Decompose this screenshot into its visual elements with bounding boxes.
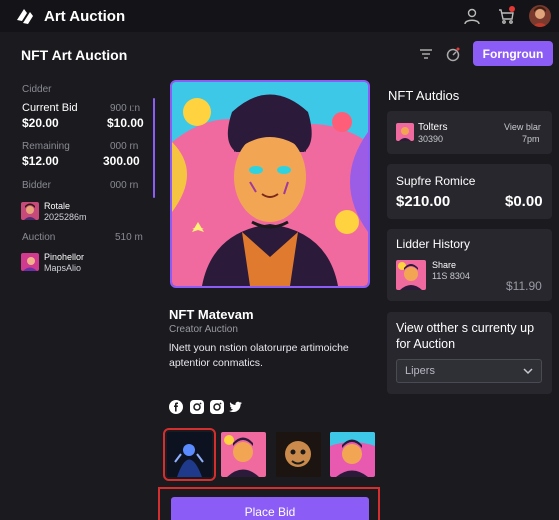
card-title: Tolters: [418, 122, 448, 133]
bid-info-panel: Cidder Current Bid 900 ι:n $20.00 $10.00…: [12, 74, 155, 274]
view-link[interactable]: View blar: [504, 122, 541, 132]
place-bid-highlight: Place Bid: [158, 487, 380, 520]
remaining-label: Remaining: [22, 141, 70, 152]
thumbnail-2[interactable]: [221, 432, 266, 477]
price-value: $210.00: [396, 193, 451, 210]
auction-item-name: Pinohellor: [44, 252, 85, 262]
card-thumbnail: [396, 123, 414, 141]
auction-select[interactable]: Lipers: [396, 359, 542, 383]
bidder-history-card: Lidder History Share 11S 8304 $11.90: [387, 229, 552, 301]
app-brand[interactable]: Art Auction: [44, 8, 125, 25]
auction-item-sub: MapsAlio: [44, 263, 82, 273]
upcoming-auctions-card: View otther s currenty up for Auction Li…: [387, 312, 552, 394]
history-price: $11.90: [506, 279, 542, 293]
user-icon[interactable]: [461, 5, 483, 27]
artwork-thumbnails: [163, 428, 378, 481]
cart-icon[interactable]: [495, 5, 517, 27]
nft-title: NFT Matevam: [169, 307, 254, 322]
thumbnail-4[interactable]: [330, 432, 375, 477]
filter-icon[interactable]: [416, 44, 436, 64]
select-value: Lipers: [405, 365, 435, 377]
remaining-value-secondary: 300.00: [103, 154, 140, 168]
current-bid-meta: 900 ι:n: [110, 103, 141, 114]
bidder-meta: 000 rn: [110, 180, 139, 191]
bidder-label: Bidder: [22, 180, 51, 191]
scroll-indicator[interactable]: [153, 98, 155, 198]
instagram-icon[interactable]: [190, 400, 204, 414]
history-thumbnail[interactable]: [396, 260, 426, 290]
bidder-date: 2025286m: [44, 212, 87, 222]
remaining-value: $12.00: [22, 154, 59, 168]
notification-dot: [509, 6, 515, 12]
history-item-sub: 11S 8304: [432, 271, 470, 281]
current-bid-value-secondary: $10.00: [107, 116, 144, 130]
instagram-alt-icon[interactable]: [210, 400, 224, 414]
auction-item-thumbnail[interactable]: [21, 253, 39, 271]
upcoming-title: View otther s currenty up for Auction: [396, 321, 535, 351]
profile-avatar[interactable]: [529, 5, 551, 27]
auction-meta: 510 m: [115, 232, 143, 243]
history-icon[interactable]: [443, 44, 463, 64]
current-bid-label: Current Bid: [22, 102, 78, 114]
card-subtitle: 30390: [418, 134, 444, 144]
chevron-down-icon: [523, 366, 533, 376]
price-value-secondary: $0.00: [505, 193, 543, 210]
auction-label: Auction: [22, 232, 56, 243]
remaining-meta: 000 rn: [110, 141, 139, 152]
app-logo-icon[interactable]: [14, 5, 36, 27]
card-time: 7pm: [522, 134, 540, 144]
history-item-title: Share: [432, 260, 457, 270]
price-card-title: Supfre Romice: [396, 174, 476, 188]
thumbnail-3[interactable]: [276, 432, 321, 477]
bidder-avatar[interactable]: [21, 202, 39, 220]
page-title: NFT Art Auction: [21, 47, 128, 63]
twitter-icon[interactable]: [229, 400, 243, 414]
price-card: Supfre Romice $210.00 $0.00: [387, 164, 552, 219]
top-nav: Art Auction: [0, 0, 559, 32]
facebook-icon[interactable]: [169, 400, 183, 414]
bidder-name: Rotale: [44, 201, 71, 211]
section-label: Cidder: [22, 84, 52, 95]
right-panel-heading: NFT Autdios: [388, 88, 460, 103]
thumbnail-1[interactable]: [163, 428, 216, 481]
nft-description: lNett youn nstion olatorurpe artimoiche …: [169, 342, 349, 369]
auction-card-1[interactable]: Tolters 30390 View blar 7pm: [387, 111, 552, 154]
nft-creator[interactable]: Creator Auction: [169, 324, 238, 335]
nft-artwork[interactable]: [170, 80, 370, 288]
primary-action-button[interactable]: Forngroun: [473, 41, 553, 66]
place-bid-button[interactable]: Place Bid: [171, 497, 369, 520]
current-bid-value: $20.00: [22, 116, 59, 130]
history-title: Lidder History: [396, 237, 471, 251]
